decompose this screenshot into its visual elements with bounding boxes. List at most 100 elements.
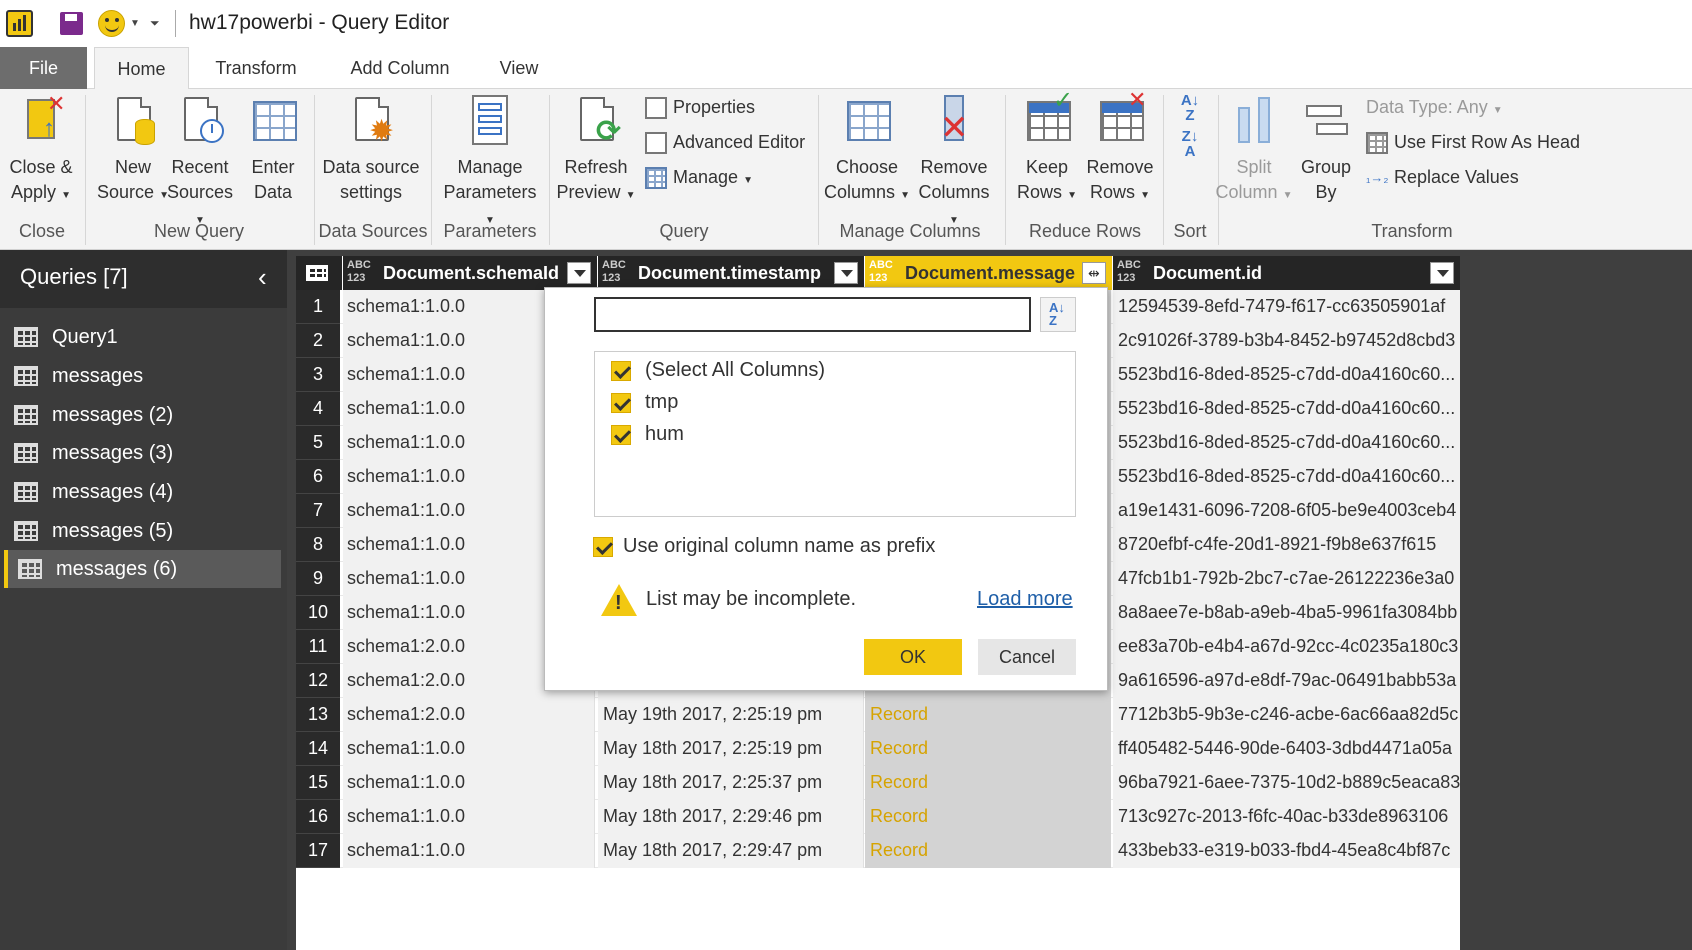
cell-id[interactable]: 8a8aee7e-b8ab-a9eb-4ba5-9961fa3084bb <box>1113 596 1460 630</box>
cell-id[interactable]: 12594539-8efd-7479-f617-cc63505901af <box>1113 290 1460 324</box>
cell-schemaid[interactable]: schema1:1.0.0 <box>343 732 595 766</box>
expand-column-icon[interactable] <box>1082 262 1106 284</box>
cancel-button[interactable]: Cancel <box>978 639 1076 675</box>
cell-id[interactable]: 5523bd16-8ded-8525-c7dd-d0a4160c60... <box>1113 460 1460 494</box>
query-item-messages-6[interactable]: messages (6) <box>4 550 281 588</box>
data-source-settings-button[interactable]: ✹ Data source settings <box>320 93 422 205</box>
filter-dropdown-icon[interactable] <box>1430 262 1454 284</box>
tab-home[interactable]: Home <box>94 47 189 90</box>
query-item-messages-4[interactable]: messages (4) <box>4 473 281 511</box>
column-header-message[interactable]: ABC 123 Document.message <box>865 256 1112 290</box>
cell-id[interactable]: 47fcb1b1-792b-2bc7-c7ae-26122236e3a0 <box>1113 562 1460 596</box>
manage-table-icon <box>645 167 667 190</box>
cell-id[interactable]: 5523bd16-8ded-8525-c7dd-d0a4160c60... <box>1113 358 1460 392</box>
filter-dropdown-icon[interactable] <box>834 262 858 284</box>
tab-view[interactable]: View <box>486 47 552 89</box>
query-item-messages-2[interactable]: messages (2) <box>4 396 281 434</box>
cell-timestamp[interactable]: May 18th 2017, 2:29:47 pm <box>598 834 864 868</box>
checkbox-checked-icon[interactable] <box>593 536 613 557</box>
close-apply-button[interactable]: ✕ ↑ Close & Apply ▼ <box>2 93 80 208</box>
cell-id[interactable]: ee83a70b-e4b4-a67d-92cc-4c0235a180c3 <box>1113 630 1460 664</box>
column-header-id[interactable]: ABC 123 Document.id <box>1113 256 1460 290</box>
sort-columns-button[interactable]: A↓ Z <box>1040 297 1076 332</box>
manage-parameters-button[interactable]: Manage Parameters ▼ <box>437 93 543 233</box>
cell-timestamp[interactable]: May 18th 2017, 2:25:37 pm <box>598 766 864 800</box>
cell-id[interactable]: 8720efbf-c4fe-20d1-8921-f9b8e637f615 <box>1113 528 1460 562</box>
collapse-pane-icon[interactable]: ‹ <box>258 262 267 293</box>
option-select-all[interactable]: (Select All Columns) <box>611 356 825 384</box>
cell-message[interactable]: Record <box>865 732 1111 766</box>
cell-message[interactable]: Record <box>865 834 1111 868</box>
cell-id[interactable]: a19e1431-6096-7208-6f05-be9e4003ceb4 <box>1113 494 1460 528</box>
recent-sources-button[interactable]: Recent Sources ▼ <box>160 93 240 233</box>
advanced-editor-button[interactable]: Advanced Editor <box>645 128 805 156</box>
smile-feedback-icon[interactable] <box>98 10 125 37</box>
enter-data-button[interactable]: Enter Data <box>243 93 303 205</box>
ok-button[interactable]: OK <box>864 639 962 675</box>
option-hum[interactable]: hum <box>611 420 684 448</box>
tab-file[interactable]: File <box>0 47 87 89</box>
query-item-query1[interactable]: Query1 <box>4 318 281 356</box>
group-by-button[interactable]: Group By <box>1296 93 1356 205</box>
checkbox-checked-icon[interactable] <box>611 360 631 381</box>
tab-add-column[interactable]: Add Column <box>330 47 470 89</box>
query-item-messages-3[interactable]: messages (3) <box>4 434 281 472</box>
checkbox-checked-icon[interactable] <box>611 392 631 413</box>
cell-id[interactable]: 96ba7921-6aee-7375-10d2-b889c5eaca83 <box>1113 766 1460 800</box>
cell-id[interactable]: 2c91026f-3789-b3b4-8452-b97452d8cbd3 <box>1113 324 1460 358</box>
cell-id[interactable]: 5523bd16-8ded-8525-c7dd-d0a4160c60... <box>1113 392 1460 426</box>
remove-columns-button[interactable]: ✕ Remove Columns ▼ <box>912 93 996 233</box>
column-header-timestamp[interactable]: ABC 123 Document.timestamp <box>598 256 864 290</box>
table-row: 15 schema1:1.0.0 May 18th 2017, 2:25:37 pm… <box>296 766 1460 800</box>
remove-rows-button[interactable]: ✕ Remove Rows ▼ <box>1082 89 1158 208</box>
cell-id[interactable]: 7712b3b5-9b3e-c246-acbe-6ac66aa82d5c <box>1113 698 1460 732</box>
properties-button[interactable]: Properties <box>645 93 755 121</box>
refresh-preview-button[interactable]: ⟳ Refresh Preview ▼ <box>556 93 636 208</box>
replace-values-button[interactable]: ₁→₂ Replace Values <box>1366 163 1519 191</box>
cell-schemaid[interactable]: schema1:2.0.0 <box>343 698 595 732</box>
split-column-button[interactable]: Split Column ▼ <box>1212 93 1296 208</box>
cell-message[interactable]: Record <box>865 766 1111 800</box>
load-more-link[interactable]: Load more <box>977 588 1073 611</box>
query-item-label: messages (4) <box>52 481 174 503</box>
choose-columns-button[interactable]: Choose Columns ▼ <box>824 93 910 208</box>
cell-message[interactable]: Record <box>865 800 1111 834</box>
save-icon[interactable] <box>60 12 83 35</box>
keep-rows-button[interactable]: ✓ Keep Rows ▼ <box>1012 89 1082 208</box>
checkbox-checked-icon[interactable] <box>611 424 631 445</box>
manage-button[interactable]: Manage ▼ <box>645 163 753 191</box>
customize-quick-access-icon[interactable]: ⏷ <box>150 16 160 31</box>
table-icon <box>14 366 38 386</box>
sort-descending-button[interactable]: Z↓ A <box>1170 129 1210 165</box>
chevron-down-icon[interactable]: ▼ <box>130 18 140 29</box>
prefix-option[interactable]: Use original column name as prefix <box>593 532 935 560</box>
use-first-row-button[interactable]: Use First Row As Head <box>1366 128 1580 156</box>
data-type-dropdown[interactable]: Data Type: Any ▼ <box>1366 93 1503 121</box>
column-search-input[interactable] <box>594 297 1031 332</box>
cell-id[interactable]: 9a616596-a97d-e8df-79ac-06491babb53a <box>1113 664 1460 698</box>
query-item-messages-5[interactable]: messages (5) <box>4 512 281 550</box>
cell-schemaid[interactable]: schema1:1.0.0 <box>343 834 595 868</box>
ribbon: ✕ ↑ Close & Apply ▼ Close New Source ▼ R… <box>0 89 1692 250</box>
cell-schemaid[interactable]: schema1:1.0.0 <box>343 766 595 800</box>
cell-id[interactable]: 713c927c-2013-f6fc-40ac-b33de8963106 <box>1113 800 1460 834</box>
cell-message[interactable]: Record <box>865 698 1111 732</box>
row-number: 8 <box>296 528 340 562</box>
cell-timestamp[interactable]: May 19th 2017, 2:25:19 pm <box>598 698 864 732</box>
option-tmp[interactable]: tmp <box>611 388 678 416</box>
cell-id[interactable]: 5523bd16-8ded-8525-c7dd-d0a4160c60... <box>1113 426 1460 460</box>
grid-corner[interactable] <box>296 256 342 290</box>
query-item-messages[interactable]: messages <box>4 357 281 395</box>
cell-timestamp[interactable]: May 18th 2017, 2:25:19 pm <box>598 732 864 766</box>
sort-ascending-button[interactable]: A↓ Z <box>1170 93 1210 129</box>
cell-id[interactable]: ff405482-5446-90de-6403-3dbd4471a05a <box>1113 732 1460 766</box>
column-header-label: Document.schemaId <box>383 263 560 283</box>
filter-dropdown-icon[interactable] <box>567 262 591 284</box>
cell-id[interactable]: 433beb33-e319-b033-fbd4-45ea8c4bf87c <box>1113 834 1460 868</box>
cell-schemaid[interactable]: schema1:1.0.0 <box>343 800 595 834</box>
data-source-settings-label-2: settings <box>339 182 403 202</box>
group-label-close: Close <box>18 221 66 241</box>
cell-timestamp[interactable]: May 18th 2017, 2:29:46 pm <box>598 800 864 834</box>
tab-transform[interactable]: Transform <box>200 47 312 89</box>
column-header-schemaid[interactable]: ABC 123 Document.schemaId <box>343 256 597 290</box>
